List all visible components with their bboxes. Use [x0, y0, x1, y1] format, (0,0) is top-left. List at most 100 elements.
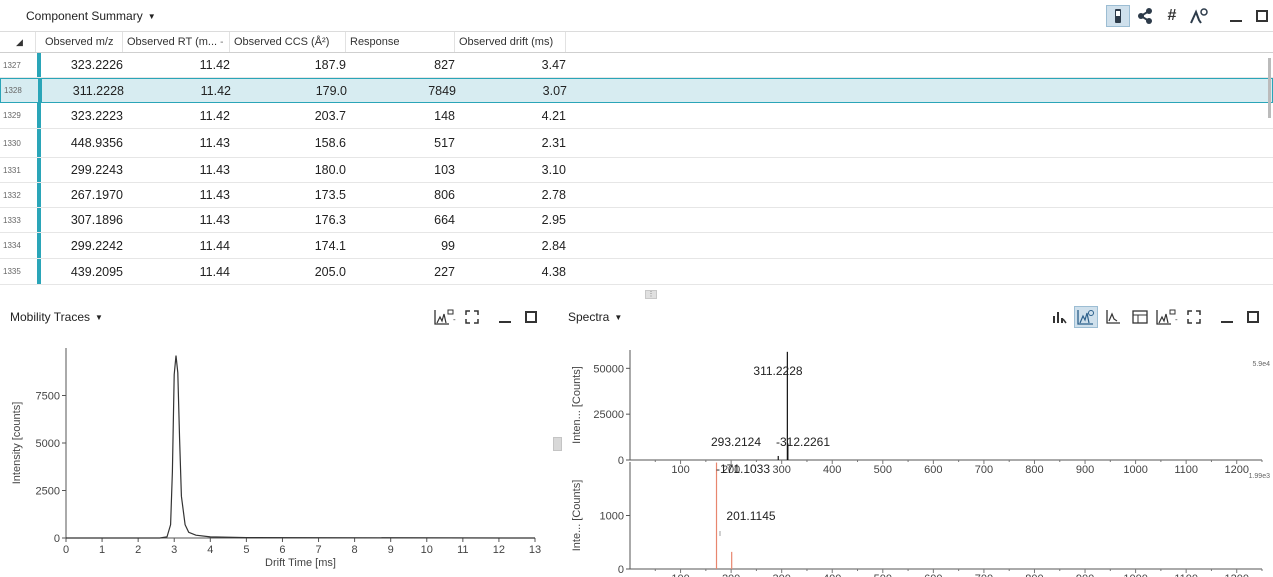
- column-header-mz[interactable]: Observed m/z: [41, 32, 123, 52]
- table-row[interactable]: 1331 299.2243 11.43 180.0 103 3.10: [0, 158, 1273, 183]
- chevron-down-icon: ▼: [95, 313, 103, 323]
- table-row[interactable]: 1327 323.2226 11.42 187.9 827 3.47: [0, 53, 1273, 78]
- cell-ccs[interactable]: 176.3: [230, 208, 346, 232]
- cell-drift[interactable]: 2.84: [455, 233, 566, 258]
- maximize-button[interactable]: [520, 306, 542, 328]
- cell-resp[interactable]: 664: [346, 208, 455, 232]
- cell-mz[interactable]: 307.1896: [41, 208, 123, 232]
- cell-drift[interactable]: 4.38: [455, 259, 566, 284]
- table-row[interactable]: 1328 311.2228 11.42 179.0 7849 3.07: [0, 78, 1273, 103]
- cell-drift[interactable]: 2.78: [455, 183, 566, 207]
- spectrum-view-icon[interactable]: [1074, 306, 1098, 328]
- row-number[interactable]: 1333: [0, 208, 36, 232]
- column-header-drift[interactable]: Observed drift (ms): [455, 32, 566, 52]
- cell-mz[interactable]: 439.2095: [41, 259, 123, 284]
- x-tick-label: 6: [279, 544, 285, 556]
- mobility-title: Mobility Traces: [10, 310, 91, 324]
- table-row[interactable]: 1333 307.1896 11.43 176.3 664 2.95: [0, 208, 1273, 233]
- table-icon[interactable]: [1128, 306, 1152, 328]
- vial-icon[interactable]: [1106, 5, 1130, 27]
- top-x-tick-label: 400: [823, 464, 841, 476]
- mobility-title-dropdown[interactable]: Mobility Traces ▼: [10, 310, 103, 324]
- cell-mz[interactable]: 311.2228: [42, 79, 124, 102]
- row-number[interactable]: 1334: [0, 233, 36, 258]
- cell-ccs[interactable]: 174.1: [230, 233, 346, 258]
- cell-mz[interactable]: 448.9356: [41, 129, 123, 157]
- cell-drift[interactable]: 3.07: [456, 79, 567, 102]
- cell-mz[interactable]: 323.2223: [41, 103, 123, 128]
- cell-ccs[interactable]: 205.0: [230, 259, 346, 284]
- row-number[interactable]: 1335: [0, 259, 36, 284]
- fullscreen-icon[interactable]: [1182, 306, 1206, 328]
- cell-resp[interactable]: 827: [346, 53, 455, 77]
- cell-resp[interactable]: 806: [346, 183, 455, 207]
- cell-rt[interactable]: 11.44: [123, 259, 230, 284]
- minimize-button[interactable]: [494, 306, 516, 328]
- fullscreen-icon[interactable]: [460, 306, 484, 328]
- cell-ccs[interactable]: 158.6: [230, 129, 346, 157]
- cell-ccs[interactable]: 203.7: [230, 103, 346, 128]
- table-row[interactable]: 1330 448.9356 11.43 158.6 517 2.31: [0, 129, 1273, 158]
- cell-mz[interactable]: 267.1970: [41, 183, 123, 207]
- hash-icon[interactable]: #: [1160, 5, 1184, 27]
- cell-resp[interactable]: 517: [346, 129, 455, 157]
- row-number[interactable]: 1329: [0, 103, 36, 128]
- x-tick-label: 9: [388, 544, 394, 556]
- cell-rt[interactable]: 11.42: [123, 103, 230, 128]
- minimize-button[interactable]: [1216, 306, 1238, 328]
- chart-options-icon[interactable]: -: [1155, 306, 1179, 328]
- cell-rt[interactable]: 11.43: [123, 208, 230, 232]
- maximize-button[interactable]: [1251, 5, 1273, 27]
- cell-resp[interactable]: 99: [346, 233, 455, 258]
- cell-rt[interactable]: 11.44: [123, 233, 230, 258]
- table-row[interactable]: 1335 439.2095 11.44 205.0 227 4.38: [0, 259, 1273, 285]
- grid-scrollbar[interactable]: [1268, 58, 1271, 118]
- share-icon[interactable]: [1133, 5, 1157, 27]
- cell-rt[interactable]: 11.42: [123, 53, 230, 77]
- cell-drift[interactable]: 2.31: [455, 129, 566, 157]
- table-row[interactable]: 1334 299.2242 11.44 174.1 99 2.84: [0, 233, 1273, 259]
- column-header-ccs[interactable]: Observed CCS (Å²): [230, 32, 346, 52]
- top-x-tick-label: 1100: [1174, 464, 1198, 476]
- cell-resp[interactable]: 148: [346, 103, 455, 128]
- column-header-rt[interactable]: Observed RT (m... -: [123, 32, 230, 52]
- summary-title-dropdown[interactable]: Component Summary ▼: [26, 9, 156, 23]
- minimize-button[interactable]: [1225, 5, 1247, 27]
- axis-icon[interactable]: [1101, 306, 1125, 328]
- row-number[interactable]: 1327: [0, 53, 36, 77]
- table-row[interactable]: 1329 323.2223 11.42 203.7 148 4.21: [0, 103, 1273, 129]
- table-row[interactable]: 1332 267.1970 11.43 173.5 806 2.78: [0, 183, 1273, 208]
- cell-rt[interactable]: 11.43: [123, 158, 230, 182]
- cell-rt[interactable]: 11.43: [123, 183, 230, 207]
- cell-mz[interactable]: 323.2226: [41, 53, 123, 77]
- cell-ccs[interactable]: 187.9: [230, 53, 346, 77]
- spectra-title-dropdown[interactable]: Spectra ▼: [568, 310, 622, 324]
- column-header-response[interactable]: Response: [346, 32, 455, 52]
- peak-pick-icon[interactable]: [1047, 306, 1071, 328]
- select-all-corner[interactable]: ◢: [0, 32, 36, 52]
- cell-resp[interactable]: 103: [346, 158, 455, 182]
- cell-mz[interactable]: 299.2243: [41, 158, 123, 182]
- cell-drift[interactable]: 3.47: [455, 53, 566, 77]
- row-number[interactable]: 1330: [0, 129, 36, 157]
- horizontal-splitter[interactable]: ⋮: [645, 290, 657, 299]
- cell-mz[interactable]: 299.2242: [41, 233, 123, 258]
- chart-options-icon[interactable]: -: [433, 306, 457, 328]
- cell-ccs[interactable]: 173.5: [230, 183, 346, 207]
- cell-drift[interactable]: 3.10: [455, 158, 566, 182]
- cell-drift[interactable]: 2.95: [455, 208, 566, 232]
- cell-ccs[interactable]: 180.0: [230, 158, 346, 182]
- maximize-button[interactable]: [1242, 306, 1264, 328]
- cell-rt[interactable]: 11.42: [124, 79, 231, 102]
- row-number[interactable]: 1328: [1, 79, 37, 102]
- vertical-splitter[interactable]: [553, 437, 562, 451]
- cell-rt[interactable]: 11.43: [123, 129, 230, 157]
- peak-icon[interactable]: [1187, 5, 1211, 27]
- row-number[interactable]: 1332: [0, 183, 36, 207]
- cell-resp[interactable]: 227: [346, 259, 455, 284]
- bottom-y-tick-label: 0: [618, 564, 624, 576]
- cell-drift[interactable]: 4.21: [455, 103, 566, 128]
- cell-resp[interactable]: 7849: [347, 79, 456, 102]
- cell-ccs[interactable]: 179.0: [231, 79, 347, 102]
- row-number[interactable]: 1331: [0, 158, 36, 182]
